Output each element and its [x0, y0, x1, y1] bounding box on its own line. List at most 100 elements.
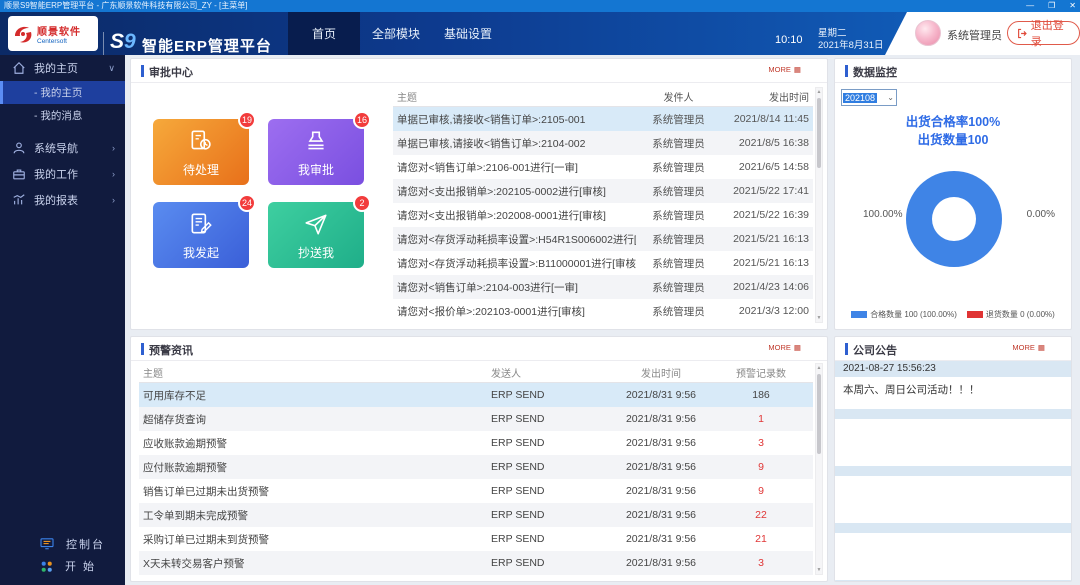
approval-row[interactable]: 请您对<销售订单>:2104-003进行[一审]系统管理员2021/4/23 1… [393, 275, 813, 299]
approval-more-button[interactable]: MORE▦ [768, 65, 801, 74]
approval-row[interactable]: 请您对<支出报销单>:202008-0001进行[审核]系统管理员2021/5/… [393, 203, 813, 227]
approval-center-title: 审批中心 [141, 64, 193, 80]
sidebar-item-my-home[interactable]: 我的主页 ∨ [0, 55, 125, 81]
warning-row[interactable]: 应付账款逾期预警ERP SEND2021/8/31 9:569 [139, 455, 813, 479]
clock-time: 10:10 [775, 34, 803, 46]
report-chart-icon [12, 193, 26, 207]
warning-row[interactable]: 采购订单已过期未到货预警ERP SEND2021/8/31 9:5621 [139, 527, 813, 551]
warning-table: 主题 发送人 发出时间 预警记录数 可用库存不足ERP SEND2021/8/3… [139, 363, 813, 575]
sidebar-item-my-work[interactable]: 我的工作 › [0, 161, 125, 187]
pending-count-badge: 19 [238, 111, 256, 129]
chevron-right-icon: › [112, 195, 115, 205]
chevron-down-icon: ⌄ [887, 93, 894, 102]
tab-base-settings[interactable]: 基础设置 [432, 12, 504, 55]
warning-row[interactable]: 超储存货查询ERP SEND2021/8/31 9:561 [139, 407, 813, 431]
approval-row[interactable]: 单据已审核,请接收<销售订单>:2104-002系统管理员2021/8/5 16… [393, 131, 813, 155]
shipment-qty-headline: 出货数量100 [835, 129, 1071, 148]
initiated-by-me-tile[interactable]: 我发起 24 [153, 202, 249, 268]
warning-row[interactable]: 工令单到期未完成预警ERP SEND2021/8/31 9:5622 [139, 503, 813, 527]
stamp-icon [303, 128, 329, 154]
username: 系统管理员 [947, 27, 1002, 43]
approval-row[interactable]: 请您对<存货浮动耗损率设置>:H54R1S006002进行[审核]系统管理员20… [393, 227, 813, 251]
approval-table: 主题 发件人 发出时间 单据已审核,请接收<销售订单>:2105-001系统管理… [393, 87, 813, 323]
sidebar-item-system-nav[interactable]: 系统导航 › [0, 135, 125, 161]
warning-row[interactable]: 可用库存不足ERP SEND2021/8/31 9:56186 [139, 383, 813, 407]
cc-to-me-tile[interactable]: 抄送我 2 [268, 202, 364, 268]
clock-date: 星期二 2021年8月31日 [818, 28, 883, 52]
approval-table-scrollbar[interactable]: ▲ ▼ [815, 87, 823, 323]
warning-more-button[interactable]: MORE▦ [768, 343, 801, 352]
more-grid-icon: ▦ [794, 343, 801, 352]
announcement-text[interactable]: 本周六、周日公司活动！！！ [835, 377, 1071, 409]
console-button[interactable]: 控制台 [0, 533, 125, 555]
navigation-person-icon [12, 141, 26, 155]
home-icon [12, 61, 26, 75]
data-monitor-title: 数据监控 [845, 64, 897, 80]
user-area: 系统管理员 退出登录 [885, 12, 1080, 55]
centersoft-swirl-icon [12, 23, 34, 45]
approval-row[interactable]: 单据已审核,请接收<销售订单>:2105-001系统管理员2021/8/14 1… [393, 107, 813, 131]
scroll-down-icon[interactable]: ▼ [816, 314, 822, 322]
approval-row[interactable]: 请您对<支出报销单>:202105-0002进行[审核]系统管理员2021/5/… [393, 179, 813, 203]
doc-pencil-icon [188, 211, 214, 237]
pass-rate-headline: 出货合格率100% [835, 111, 1071, 130]
window-titlebar: 顺景S9智能ERP管理平台 - 广东顺景软件科技有限公司_ZY - [主菜单] … [0, 0, 1080, 12]
chevron-down-icon: ∨ [108, 63, 115, 74]
approval-table-header: 主题 发件人 发出时间 [393, 87, 813, 107]
centersoft-logo: 顺景软件 Centersoft [8, 16, 98, 51]
warning-row[interactable]: X天未转交易客户预警ERP SEND2021/8/31 9:563 [139, 551, 813, 575]
announcement-empty-band [835, 580, 1071, 582]
legend-return: 退货数量 0 (0.00%) [967, 309, 1055, 320]
approval-row[interactable]: 请您对<存货浮动耗损率设置>:B11000001进行[审核]系统管理员2021/… [393, 251, 813, 275]
period-value: 202108 [843, 93, 877, 103]
warning-news-title: 预警资讯 [141, 342, 193, 358]
minimize-button[interactable]: — [1026, 0, 1034, 12]
product-name: 智能ERP管理平台 [142, 35, 272, 56]
avatar[interactable] [915, 20, 941, 46]
sidebar-subitem-my-messages[interactable]: - 我的消息 [0, 104, 125, 127]
erp-main-window: 顺景S9智能ERP管理平台 - 广东顺景软件科技有限公司_ZY - [主菜单] … [0, 0, 1080, 585]
tab-all-modules[interactable]: 全部模块 [360, 12, 432, 55]
date: 2021年8月31日 [818, 40, 883, 52]
warning-row[interactable]: 销售订单已过期未出货预警ERP SEND2021/8/31 9:569 [139, 479, 813, 503]
data-monitor-panel: 数据监控 202108 ⌄ 出货合格率100% 出货数量100 100.00% … [834, 58, 1072, 330]
window-title: 顺景S9智能ERP管理平台 - 广东顺景软件科技有限公司_ZY - [主菜单] [4, 1, 247, 10]
sidebar-subitem-my-home[interactable]: - 我的主页 [0, 81, 125, 104]
close-button[interactable]: ✕ [1069, 0, 1076, 12]
s9-mark: S9 [110, 30, 136, 54]
brand-name-en: Centersoft [37, 38, 81, 45]
scroll-down-icon[interactable]: ▼ [816, 566, 822, 574]
maximize-button[interactable]: ❐ [1048, 0, 1055, 12]
period-select[interactable]: 202108 ⌄ [841, 89, 897, 106]
initiated-count-badge: 24 [238, 194, 256, 212]
chevron-right-icon: › [112, 143, 115, 153]
announcement-empty-block [835, 419, 1071, 466]
donut-legend: 合格数量 100 (100.00%) 退货数量 0 (0.00%) [835, 309, 1071, 320]
announcement-date[interactable]: 2021-08-27 15:56:23 [835, 361, 1071, 377]
approval-row[interactable]: 请您对<销售订单>:2106-001进行[一审]系统管理员2021/6/5 14… [393, 155, 813, 179]
more-grid-icon: ▦ [794, 65, 801, 74]
sidebar-item-my-reports[interactable]: 我的报表 › [0, 187, 125, 213]
announcement-empty-block [835, 476, 1071, 523]
paper-plane-icon [303, 211, 329, 237]
my-approvals-tile[interactable]: 我审批 16 [268, 119, 364, 185]
more-grid-icon: ▦ [1038, 343, 1045, 352]
pending-tile[interactable]: 待处理 19 [153, 119, 249, 185]
tab-home[interactable]: 首页 [288, 12, 360, 55]
warning-row[interactable]: 应收账款逾期预警ERP SEND2021/8/31 9:563 [139, 431, 813, 455]
announcements-more-button[interactable]: MORE▦ [1012, 343, 1045, 352]
start-button[interactable]: 开 始 [0, 555, 125, 577]
logout-button[interactable]: 退出登录 [1007, 21, 1080, 45]
approval-row[interactable]: 请您对<报价单>:202103-0001进行[审核]系统管理员2021/3/3 … [393, 299, 813, 323]
scroll-up-icon[interactable]: ▲ [816, 364, 822, 372]
approval-center-panel: 审批中心 MORE▦ 待处理 19 我审批 16 [130, 58, 828, 330]
warning-table-scrollbar[interactable]: ▲ ▼ [815, 363, 823, 575]
main-nav-tabs: 首页 全部模块 基础设置 [288, 12, 504, 55]
cc-count-badge: 2 [353, 194, 371, 212]
warning-table-header: 主题 发送人 发出时间 预警记录数 [139, 363, 813, 383]
weekday: 星期二 [818, 28, 883, 40]
announcement-empty-band [835, 466, 1071, 476]
sidebar: 我的主页 ∨ - 我的主页 - 我的消息 系统导航 › 我的工作 › [0, 55, 125, 585]
scroll-up-icon[interactable]: ▲ [816, 88, 822, 96]
pass-rate-donut-chart [906, 171, 1002, 267]
